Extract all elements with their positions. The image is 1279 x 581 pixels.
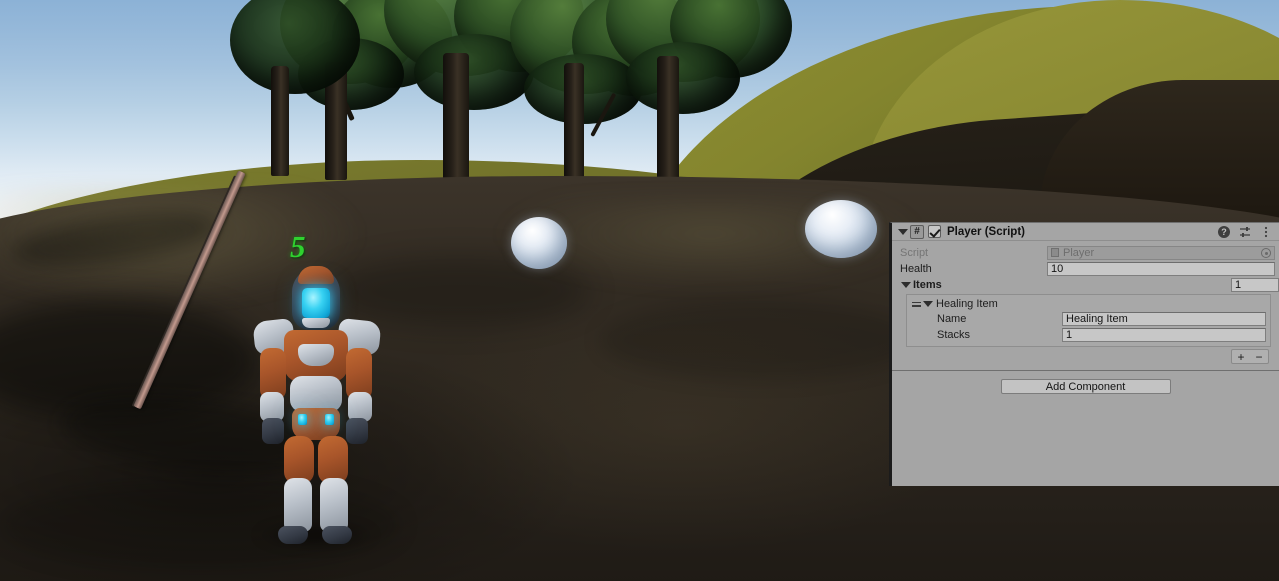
tree-trunk [271, 66, 289, 176]
items-foldout-arrow[interactable] [900, 280, 911, 290]
remove-array-element-button[interactable]: − [1250, 350, 1268, 363]
array-size-value: 1 [1235, 278, 1242, 291]
character-abdomen [290, 376, 342, 412]
character-visor [302, 288, 330, 318]
add-component-area: Add Component [892, 371, 1279, 394]
property-label: Name [937, 312, 967, 325]
array-header-items[interactable]: Items 1 [892, 277, 1279, 292]
inspector-panel[interactable]: # Player (Script) ? Script Player Health… [889, 222, 1279, 486]
character-chin [302, 318, 330, 328]
array-element-header[interactable]: Healing Item [907, 297, 1270, 311]
health-value: 10 [1051, 262, 1064, 275]
property-row-script: Script Player [892, 245, 1279, 260]
property-row-name: Name Healing Item [907, 311, 1270, 326]
array-size-buttons: + − [892, 347, 1279, 364]
item-stacks-value: 1 [1066, 328, 1073, 341]
property-row-health: Health 10 [892, 261, 1279, 276]
player-character[interactable] [246, 266, 386, 548]
script-asset-icon [1051, 248, 1059, 257]
array-button-group: + − [1231, 349, 1269, 364]
array-label: Items [913, 278, 942, 291]
tree-shadow [600, 300, 920, 380]
array-element-title: Healing Item [936, 298, 998, 310]
add-component-button[interactable]: Add Component [1000, 379, 1171, 394]
script-object-value: Player [1063, 246, 1095, 259]
add-array-element-button[interactable]: + [1232, 350, 1250, 363]
character-shin-left [284, 478, 312, 532]
array-size-input[interactable]: 1 [1231, 277, 1279, 292]
property-label: Health [900, 262, 932, 275]
character-shin-right [320, 478, 348, 532]
tree-trunk [564, 63, 584, 191]
tree-4 [606, 0, 792, 194]
array-element-0: Healing Item Name Healing Item Stacks 1 [906, 294, 1271, 347]
character-foot-left [278, 526, 308, 544]
object-picker-icon[interactable] [1261, 247, 1271, 258]
character-core-light [325, 414, 334, 425]
health-input[interactable]: 10 [1047, 261, 1275, 276]
component-header-icons: ? [1218, 225, 1275, 238]
preset-icon[interactable] [1239, 226, 1251, 238]
floating-heal-number: 5 [290, 229, 306, 264]
character-hand-left [262, 418, 284, 444]
script-icon: # [910, 224, 924, 239]
item-name-value: Healing Item [1066, 312, 1128, 325]
pickup-sphere[interactable] [805, 200, 877, 258]
component-foldout-arrow[interactable] [897, 227, 908, 237]
character-foot-right [322, 526, 352, 544]
character-core-light [298, 414, 307, 425]
tree-canopy [230, 0, 360, 94]
tree-trunk [657, 56, 679, 192]
character-thigh-right [318, 436, 348, 484]
item-name-input[interactable]: Healing Item [1062, 311, 1266, 326]
help-icon[interactable]: ? [1218, 225, 1230, 238]
unity-game-window: 5 # Player (Script) ? Script Player Heal… [0, 0, 1279, 581]
component-header[interactable]: # Player (Script) ? [892, 223, 1279, 241]
character-thigh-left [284, 436, 314, 484]
script-object-field[interactable]: Player [1047, 245, 1275, 260]
item-stacks-input[interactable]: 1 [1062, 327, 1266, 342]
pickup-sphere[interactable] [511, 217, 567, 269]
character-head-crest [298, 266, 334, 284]
more-menu-icon[interactable] [1260, 226, 1272, 238]
property-label: Script [900, 246, 929, 259]
element-foldout-arrow[interactable] [923, 299, 933, 309]
tree-5 [230, 0, 370, 194]
property-row-stacks: Stacks 1 [907, 327, 1270, 342]
component-enabled-checkbox[interactable] [928, 225, 941, 238]
component-title: Player (Script) [947, 225, 1025, 238]
drag-handle-icon[interactable] [912, 300, 921, 309]
property-label: Stacks [937, 328, 971, 341]
character-hand-right [346, 418, 368, 444]
character-chest-plate [298, 344, 334, 366]
tree-canopy [626, 42, 740, 114]
